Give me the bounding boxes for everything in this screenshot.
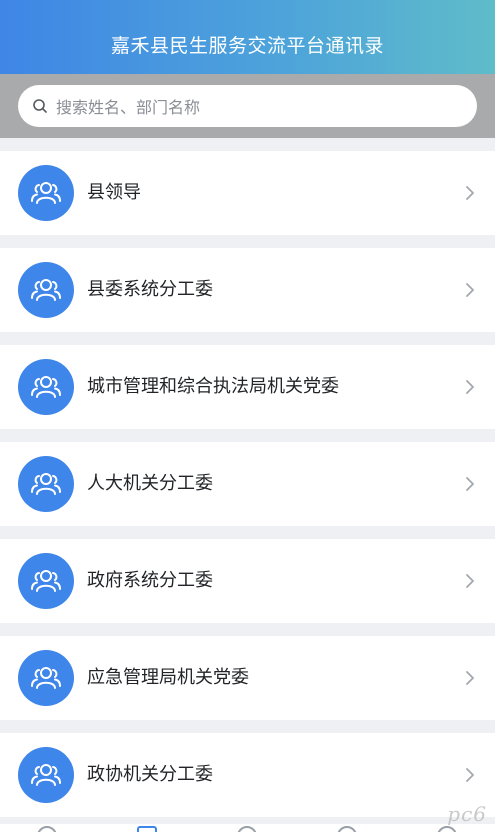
list-item[interactable]: 县领导 (0, 151, 495, 235)
avatar (18, 553, 74, 609)
group-icon (31, 667, 61, 689)
list-item-label: 人大机关分工委 (87, 473, 213, 494)
avatar (18, 456, 74, 512)
group-icon (31, 570, 61, 592)
group-icon (31, 376, 61, 398)
list-item-label: 政协机关分工委 (87, 764, 213, 785)
chevron-right-icon (465, 185, 475, 201)
chevron-right-icon (465, 379, 475, 395)
tab-message-icon[interactable] (237, 826, 257, 832)
tab-service-icon[interactable] (337, 826, 357, 832)
group-icon (31, 182, 61, 204)
chevron-right-icon (465, 282, 475, 298)
list-item[interactable]: 城市管理和综合执法局机关党委 (0, 345, 495, 429)
chevron-right-icon (465, 573, 475, 589)
page-title: 嘉禾县民生服务交流平台通讯录 (110, 34, 384, 57)
list-item[interactable]: 人大机关分工委 (0, 442, 495, 526)
group-icon (31, 473, 61, 495)
tab-contacts-icon[interactable] (137, 826, 157, 832)
list-item-label: 县委系统分工委 (87, 279, 213, 300)
tab-home-icon[interactable] (37, 826, 57, 832)
avatar (18, 262, 74, 318)
avatar (18, 165, 74, 221)
list-item-label: 县领导 (87, 182, 141, 203)
chevron-right-icon (465, 670, 475, 686)
list-item-label: 城市管理和综合执法局机关党委 (87, 376, 339, 397)
app-header: 嘉禾县民生服务交流平台通讯录 (0, 0, 495, 74)
tab-profile-icon[interactable] (437, 826, 457, 832)
search-icon (32, 98, 48, 114)
group-icon (31, 279, 61, 301)
watermark-logo: pc6 (447, 802, 487, 826)
list-item-label: 应急管理局机关党委 (87, 667, 249, 688)
search-bar: 搜索姓名、部门名称 (0, 74, 495, 138)
list-item-label: 政府系统分工委 (87, 570, 213, 591)
bottom-tab-bar (0, 824, 495, 832)
search-placeholder: 搜索姓名、部门名称 (56, 98, 201, 117)
list-item[interactable]: 县委系统分工委 (0, 248, 495, 332)
app-screen: 嘉禾县民生服务交流平台通讯录 搜索姓名、部门名称 县领导 县委系统分工委 城市管… (0, 0, 495, 832)
avatar (18, 359, 74, 415)
chevron-right-icon (465, 476, 475, 492)
avatar (18, 650, 74, 706)
list-item[interactable]: 政府系统分工委 (0, 539, 495, 623)
list-item[interactable]: 政协机关分工委 (0, 733, 495, 817)
avatar (18, 747, 74, 803)
group-icon (31, 764, 61, 786)
search-input[interactable]: 搜索姓名、部门名称 (18, 85, 477, 127)
list-item[interactable]: 应急管理局机关党委 (0, 636, 495, 720)
chevron-right-icon (465, 767, 475, 783)
